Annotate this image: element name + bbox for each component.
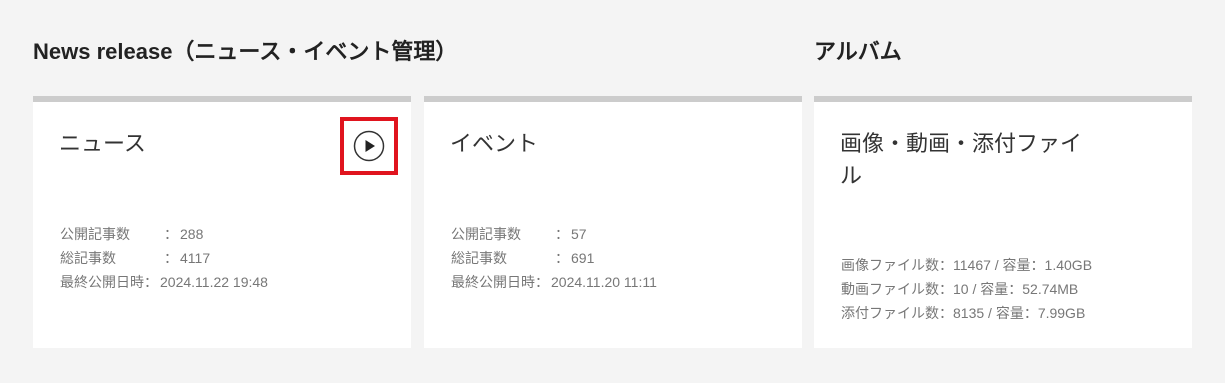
news-stats: 公開記事数： 288 総記事数： 4117 最終公開日時： 2024.11.22 19…	[60, 222, 268, 294]
colon: ：	[535, 274, 549, 290]
event-card-title: イベント	[450, 131, 539, 156]
album-stats: 画像ファイル数：11467 / 容量：1.40GB 動画ファイル数：10 / 容…	[841, 253, 1092, 325]
news-published-label: 公開記事数	[60, 226, 130, 242]
video-file-stats: 動画ファイル数：10 / 容量：52.74MB	[841, 281, 1079, 297]
news-updated-label: 最終公開日時	[60, 274, 144, 290]
news-updated-value: 2024.11.22 19:48	[160, 274, 268, 290]
event-published-label: 公開記事数	[451, 226, 521, 242]
news-total-label: 総記事数	[60, 250, 116, 266]
attachment-file-stats: 添付ファイル数：8135 / 容量：7.99GB	[841, 305, 1086, 321]
event-stats: 公開記事数： 57 総記事数： 691 最終公開日時： 2024.11.20 11:1…	[451, 222, 657, 294]
play-circle-icon	[353, 130, 385, 162]
colon: ：	[555, 250, 569, 266]
colon: ：	[555, 226, 569, 242]
news-card[interactable]: ニュース 公開記事数： 288 総記事数： 4117 最終公開日時： 2024.11.…	[33, 96, 411, 348]
news-published-row: 公開記事数 ： 288	[60, 222, 268, 246]
news-total-value: 4117	[180, 250, 211, 266]
event-card[interactable]: イベント 公開記事数： 57 総記事数： 691 最終公開日時： 2024.11.20…	[424, 96, 802, 348]
news-published-value: 288	[180, 226, 204, 242]
album-section-title: アルバム	[814, 39, 902, 64]
news-play-button[interactable]	[340, 117, 398, 175]
event-published-value: 57	[571, 226, 587, 242]
colon: ：	[144, 274, 158, 290]
event-published-row: 公開記事数 ： 57	[451, 222, 657, 246]
album-card[interactable]: 画像・動画・添付ファイル 画像ファイル数：11467 / 容量：1.40GB 動…	[814, 96, 1192, 348]
news-card-title: ニュース	[59, 131, 146, 156]
colon: ：	[164, 250, 178, 266]
news-total-row: 総記事数 ： 4117	[60, 246, 268, 270]
event-updated-label: 最終公開日時	[451, 274, 535, 290]
album-card-title: 画像・動画・添付ファイル	[840, 131, 1083, 188]
news-updated-row: 最終公開日時： 2024.11.22 19:48	[60, 270, 268, 294]
image-file-stats: 画像ファイル数：11467 / 容量：1.40GB	[841, 257, 1093, 273]
event-total-row: 総記事数 ： 691	[451, 246, 657, 270]
event-total-value: 691	[571, 250, 595, 266]
colon: ：	[164, 226, 178, 242]
event-updated-value: 2024.11.20 11:11	[551, 274, 657, 290]
news-section-title: News release（ニュース・イベント管理）	[33, 39, 458, 64]
event-updated-row: 最終公開日時： 2024.11.20 11:11	[451, 270, 657, 294]
event-total-label: 総記事数	[451, 250, 507, 266]
